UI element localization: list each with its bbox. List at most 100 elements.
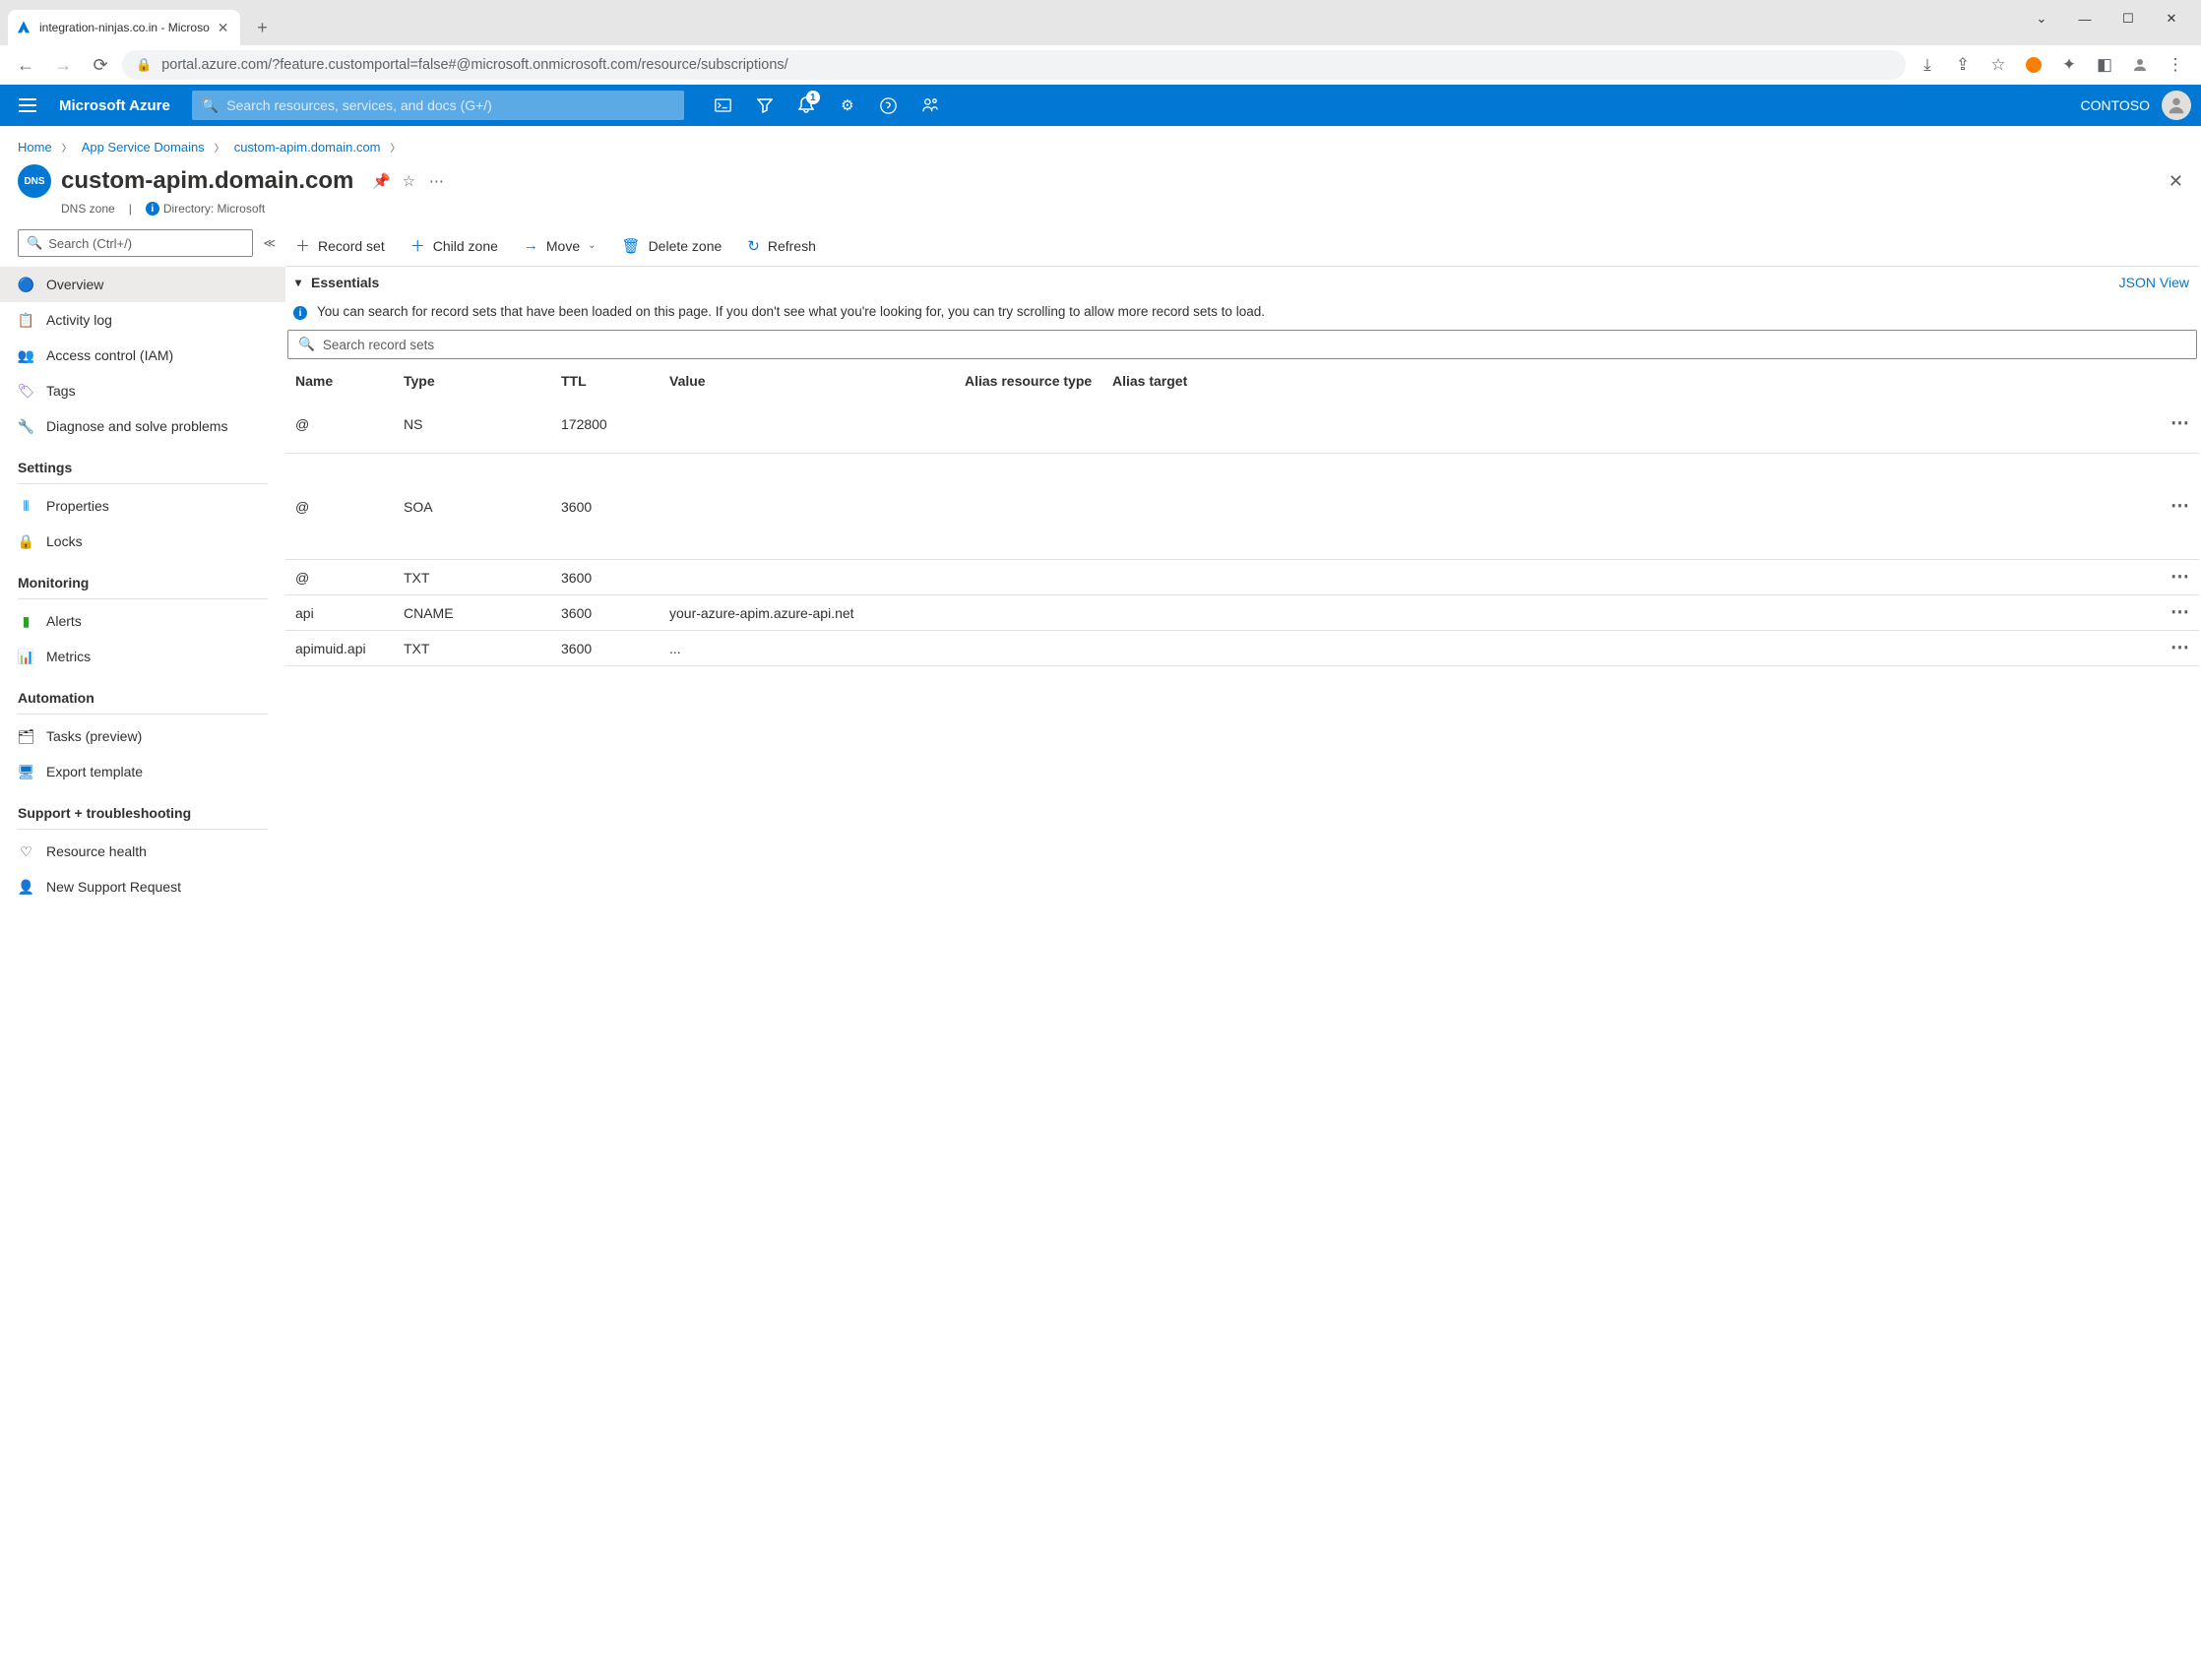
plus-icon: ＋ bbox=[410, 235, 425, 256]
sidebar-group-automation: Automation bbox=[0, 674, 285, 710]
sidebar-group-monitoring: Monitoring bbox=[0, 559, 285, 594]
properties-icon: ⦀ bbox=[18, 498, 34, 515]
azure-topbar: Microsoft Azure 🔍 1 ⚙ CONTOSO bbox=[0, 85, 2201, 126]
sidebar-item-alerts[interactable]: ▮Alerts bbox=[0, 603, 285, 639]
hamburger-menu-button[interactable] bbox=[10, 88, 45, 123]
row-more-button[interactable]: ⋯ bbox=[2150, 566, 2189, 589]
directory-label: Directory: Microsoft bbox=[163, 202, 265, 216]
dns-zone-icon: DNS bbox=[18, 164, 51, 198]
col-alias-target: Alias target bbox=[1112, 373, 2150, 389]
window-dropdown-icon[interactable]: ⌄ bbox=[2020, 4, 2063, 33]
sidebar-item-overview[interactable]: 🔵Overview bbox=[0, 267, 285, 302]
search-icon: 🔍 bbox=[298, 337, 315, 352]
row-more-button[interactable]: ⋯ bbox=[2150, 601, 2189, 624]
browser-tab[interactable]: integration-ninjas.co.in - Microso ✕ bbox=[8, 10, 240, 45]
sidebar-item-locks[interactable]: 🔒Locks bbox=[0, 524, 285, 559]
pin-icon[interactable]: 📌 bbox=[367, 167, 395, 195]
browser-forward-button[interactable]: → bbox=[47, 49, 79, 81]
delete-zone-button[interactable]: 🗑Delete zone bbox=[620, 233, 724, 259]
sidebar-item-iam[interactable]: 👥Access control (IAM) bbox=[0, 338, 285, 373]
browser-sidepanel-icon[interactable]: ◧ bbox=[2089, 49, 2120, 81]
tenant-name[interactable]: CONTOSO bbox=[2080, 97, 2150, 113]
notifications-icon[interactable]: 1 bbox=[786, 85, 826, 126]
more-icon[interactable]: ⋯ bbox=[422, 167, 450, 195]
table-row[interactable]: @ NS 172800 ⋯ bbox=[285, 395, 2199, 454]
essentials-toggle[interactable]: ▾ Essentials JSON View bbox=[285, 267, 2199, 298]
browser-star-icon[interactable]: ☆ bbox=[1982, 49, 2014, 81]
window-minimize-button[interactable]: — bbox=[2063, 4, 2107, 33]
tab-add-button[interactable]: + bbox=[248, 14, 276, 41]
azure-search-box[interactable]: 🔍 bbox=[192, 91, 684, 120]
row-more-button[interactable]: ⋯ bbox=[2150, 495, 2189, 518]
favorite-icon[interactable]: ☆ bbox=[395, 167, 422, 195]
breadcrumb-service[interactable]: App Service Domains bbox=[82, 140, 205, 155]
sidebar-item-export-template[interactable]: 🖥Export template bbox=[0, 754, 285, 789]
help-icon[interactable] bbox=[869, 85, 909, 126]
browser-url-box[interactable]: 🔒 portal.azure.com/?feature.customportal… bbox=[122, 50, 1906, 80]
sidebar-group-support: Support + troubleshooting bbox=[0, 789, 285, 825]
browser-share-icon[interactable]: ⇪ bbox=[1947, 49, 1979, 81]
page-subtitle: DNS zone | iDirectory: Microsoft bbox=[0, 202, 2201, 225]
sidebar-search[interactable]: 🔍Search (Ctrl+/) bbox=[18, 229, 253, 257]
row-more-button[interactable]: ⋯ bbox=[2150, 637, 2189, 659]
records-table: Name Type TTL Value Alias resource type … bbox=[285, 361, 2199, 666]
browser-install-icon[interactable]: ⤓ bbox=[1912, 49, 1943, 81]
sidebar-item-activity-log[interactable]: 📋Activity log bbox=[0, 302, 285, 338]
row-more-button[interactable]: ⋯ bbox=[2150, 412, 2189, 435]
sidebar-item-support-request[interactable]: 👤New Support Request bbox=[0, 869, 285, 904]
browser-menu-icon[interactable]: ⋮ bbox=[2160, 49, 2191, 81]
col-alias-type: Alias resource type bbox=[965, 373, 1112, 389]
user-avatar[interactable] bbox=[2162, 91, 2191, 120]
window-maximize-button[interactable]: ☐ bbox=[2107, 4, 2150, 33]
add-child-zone-button[interactable]: ＋Child zone bbox=[409, 231, 500, 260]
azure-brand[interactable]: Microsoft Azure bbox=[59, 97, 170, 114]
page-header: DNS custom-apim.domain.com 📌 ☆ ⋯ ✕ bbox=[0, 162, 2201, 202]
table-row[interactable]: api CNAME 3600 your-azure-apim.azure-api… bbox=[285, 595, 2199, 631]
add-record-set-button[interactable]: ＋Record set bbox=[293, 231, 387, 260]
browser-back-button[interactable]: ← bbox=[10, 49, 41, 81]
close-blade-button[interactable]: ✕ bbox=[2169, 171, 2183, 192]
table-row[interactable]: @ SOA 3600 ⋯ bbox=[285, 454, 2199, 560]
diagnose-icon: 🔧 bbox=[18, 418, 34, 435]
sidebar: 🔍Search (Ctrl+/) ≪ 🔵Overview 📋Activity l… bbox=[0, 225, 285, 1680]
breadcrumb: Home 〉 App Service Domains 〉 custom-apim… bbox=[0, 126, 2201, 162]
sidebar-item-tasks[interactable]: 🗂Tasks (preview) bbox=[0, 718, 285, 754]
chevron-down-icon: ⌄ bbox=[588, 240, 596, 251]
sidebar-item-properties[interactable]: ⦀Properties bbox=[0, 488, 285, 524]
trash-icon: 🗑 bbox=[622, 237, 641, 255]
toolbar: ＋Record set ＋Child zone →Move⌄ 🗑Delete z… bbox=[285, 225, 2199, 267]
settings-icon[interactable]: ⚙ bbox=[828, 85, 867, 126]
filter-icon[interactable] bbox=[745, 85, 785, 126]
tab-close-button[interactable]: ✕ bbox=[216, 20, 231, 36]
azure-search-input[interactable] bbox=[226, 97, 674, 113]
col-ttl: TTL bbox=[561, 373, 669, 389]
support-icon: 👤 bbox=[18, 879, 34, 896]
col-type: Type bbox=[404, 373, 561, 389]
search-icon: 🔍 bbox=[202, 97, 219, 114]
sidebar-item-metrics[interactable]: 📊Metrics bbox=[0, 639, 285, 674]
page-title: custom-apim.domain.com bbox=[61, 167, 353, 195]
refresh-button[interactable]: ↻Refresh bbox=[745, 233, 818, 259]
breadcrumb-sep: 〉 bbox=[215, 140, 224, 155]
sidebar-item-tags[interactable]: 🏷Tags bbox=[0, 373, 285, 408]
sidebar-item-resource-health[interactable]: ♡Resource health bbox=[0, 834, 285, 869]
sidebar-collapse-button[interactable]: ≪ bbox=[263, 236, 276, 250]
browser-profile-icon[interactable] bbox=[2018, 49, 2049, 81]
browser-extensions-icon[interactable]: ✦ bbox=[2053, 49, 2085, 81]
info-icon: i bbox=[146, 202, 159, 216]
sidebar-item-diagnose[interactable]: 🔧Diagnose and solve problems bbox=[0, 408, 285, 444]
cloud-shell-icon[interactable] bbox=[704, 85, 743, 126]
record-search-box[interactable]: 🔍 Search record sets bbox=[287, 330, 2197, 359]
browser-reload-button[interactable]: ⟳ bbox=[85, 49, 116, 81]
breadcrumb-resource[interactable]: custom-apim.domain.com bbox=[234, 140, 381, 155]
feedback-icon[interactable] bbox=[911, 85, 950, 126]
breadcrumb-home[interactable]: Home bbox=[18, 140, 52, 155]
export-icon: 🖥 bbox=[18, 764, 34, 780]
window-close-button[interactable]: ✕ bbox=[2150, 4, 2193, 33]
move-button[interactable]: →Move⌄ bbox=[522, 233, 598, 258]
browser-account-icon[interactable] bbox=[2124, 49, 2156, 81]
json-view-link[interactable]: JSON View bbox=[2119, 275, 2189, 290]
table-row[interactable]: @ TXT 3600 ⋯ bbox=[285, 560, 2199, 595]
table-row[interactable]: apimuid.api TXT 3600 ... ⋯ bbox=[285, 631, 2199, 666]
tasks-icon: 🗂 bbox=[18, 728, 34, 745]
